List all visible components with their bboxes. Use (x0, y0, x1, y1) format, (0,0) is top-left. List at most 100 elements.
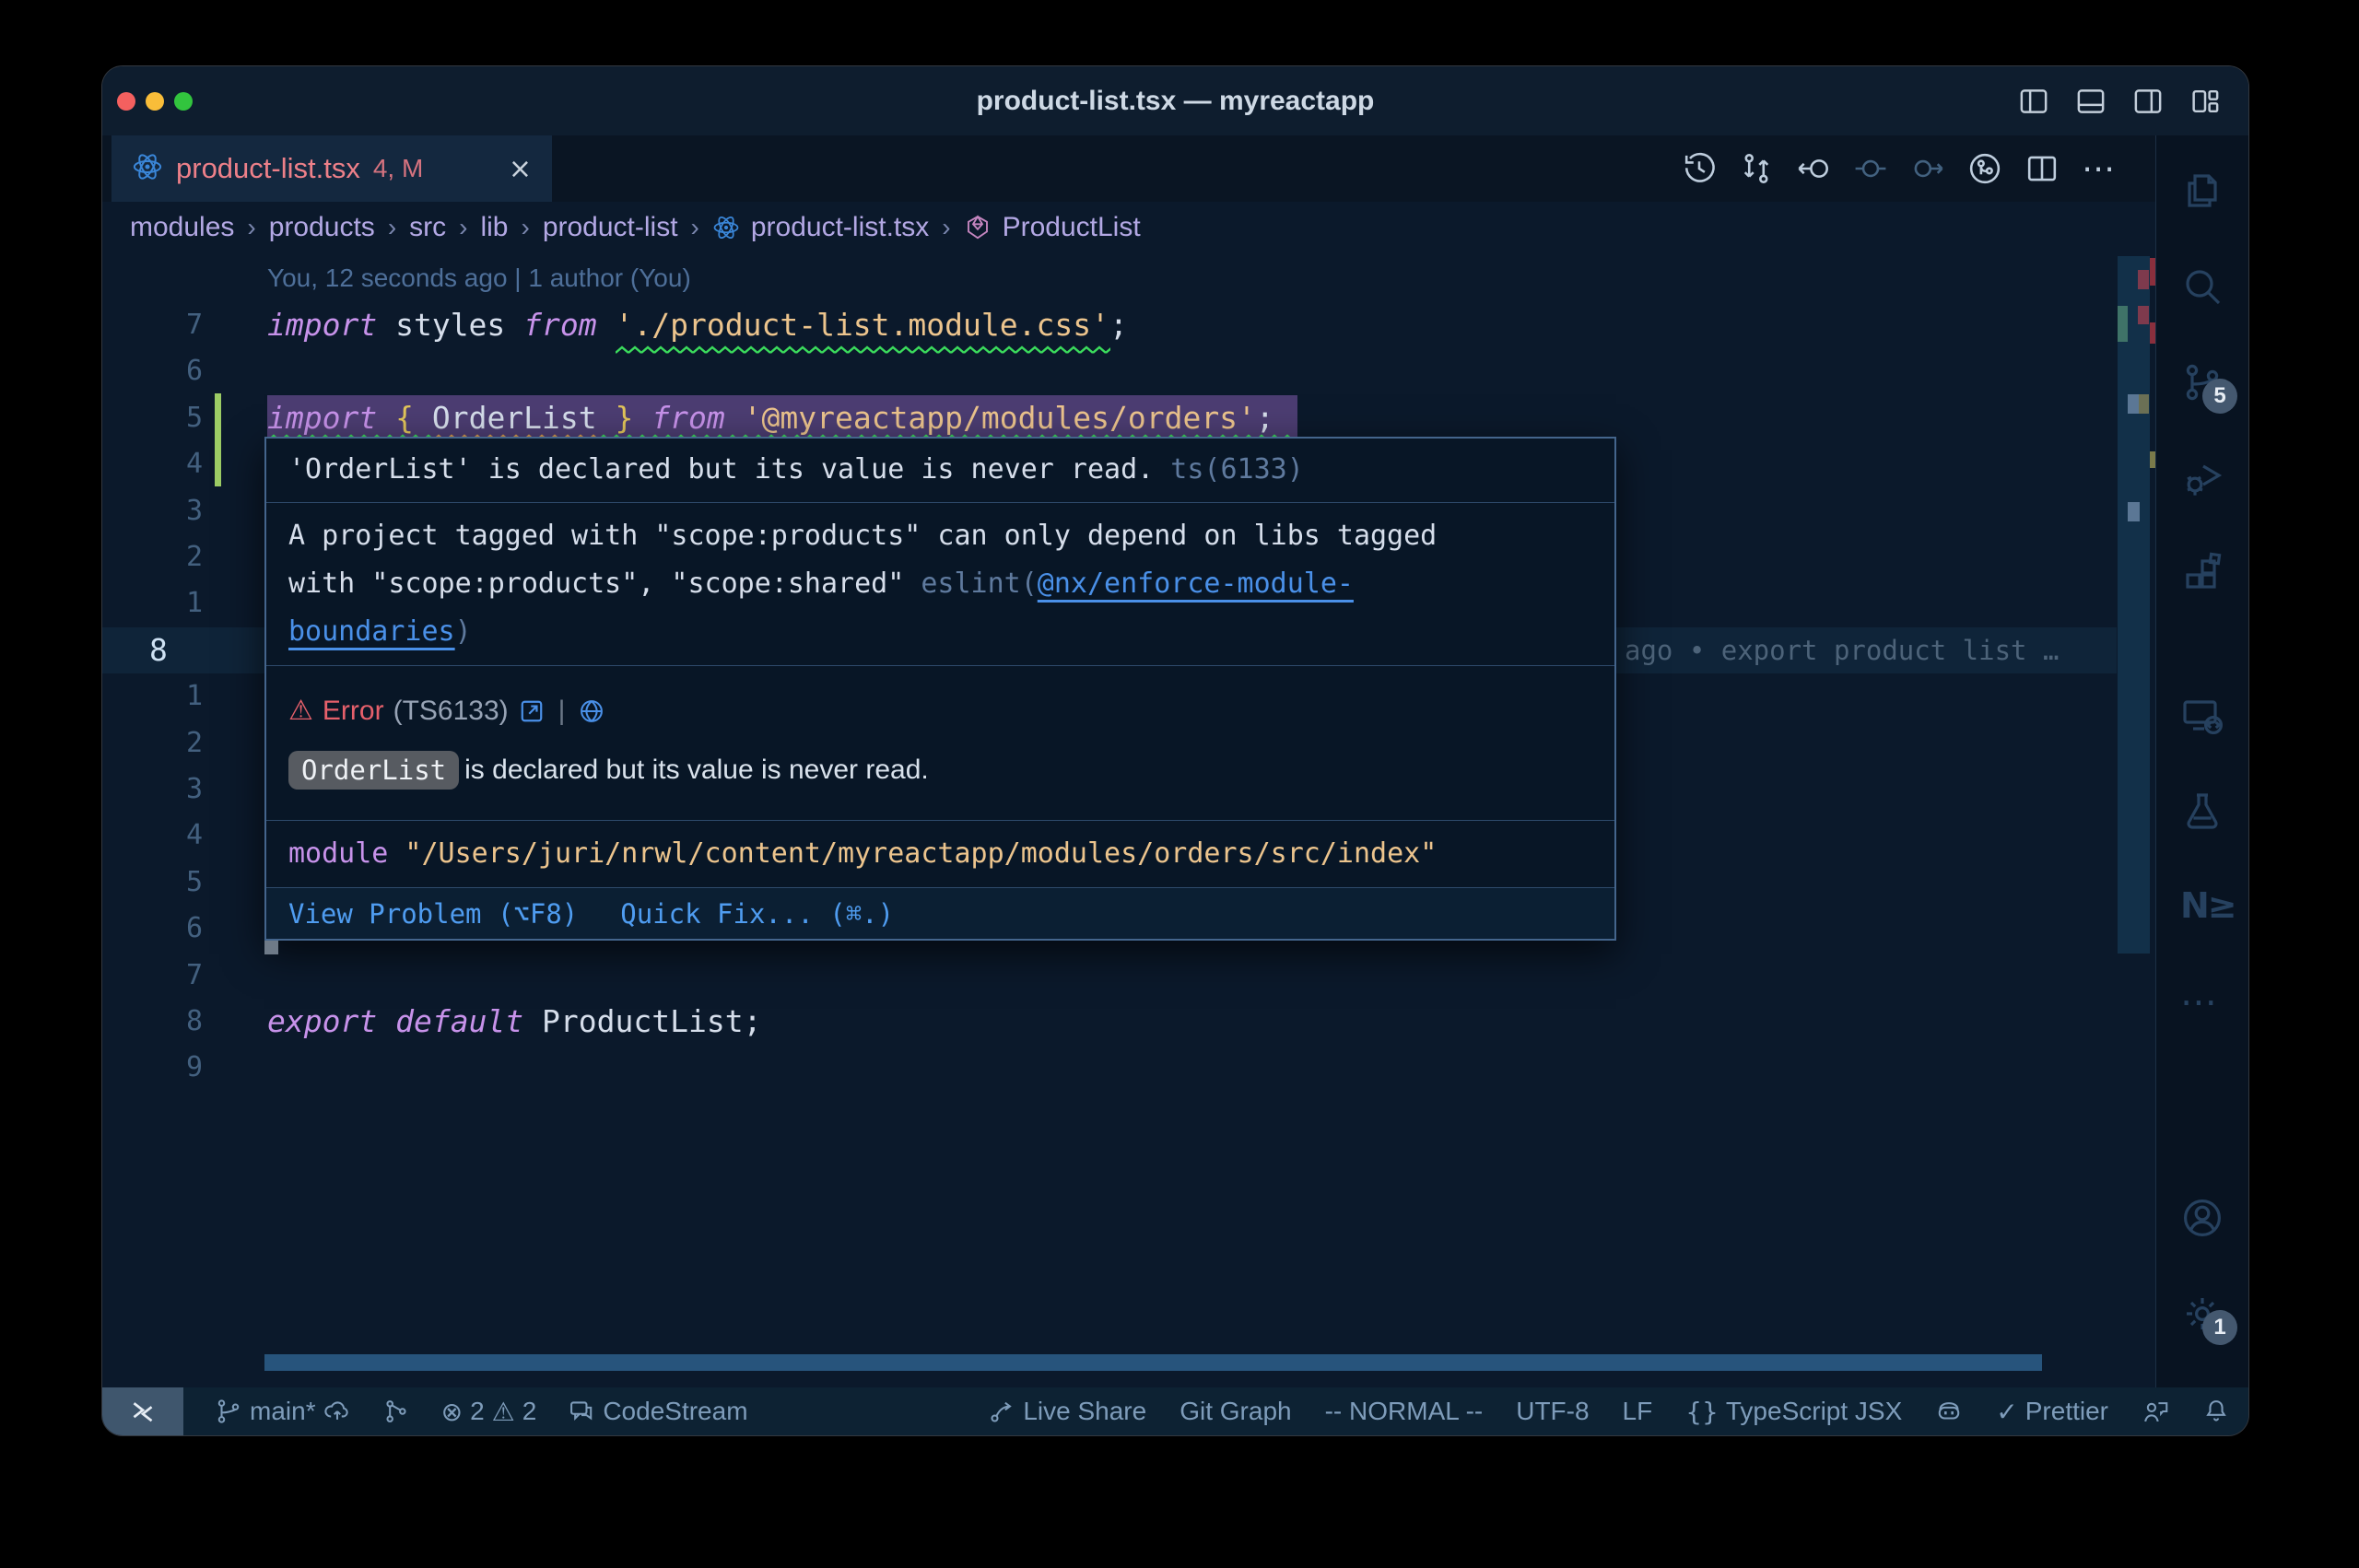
breadcrumb-file[interactable]: product-list.tsx (751, 212, 929, 243)
breadcrumb-symbol[interactable]: ProductList (1003, 212, 1141, 243)
git-graph-status[interactable]: Git Graph (1180, 1397, 1291, 1426)
remote-explorer-icon[interactable] (2180, 694, 2224, 738)
remote-indicator[interactable] (102, 1387, 183, 1435)
inline-blame-annotation: ago • export product list … (1625, 627, 2059, 673)
git-branch-status[interactable]: main* (215, 1397, 351, 1426)
publish-cloud-icon (323, 1398, 351, 1425)
eslint-rule-link[interactable]: @nx/enforce-module- (1038, 568, 1354, 600)
eslint-rule-link[interactable]: boundaries (288, 615, 455, 648)
editor-actions: ⋯ (1682, 135, 2155, 202)
ruler-error-mark (2150, 322, 2155, 344)
breadcrumb-item[interactable]: src (409, 212, 446, 243)
breadcrumb-item[interactable]: modules (130, 212, 234, 243)
line-number: 9 (102, 1045, 203, 1091)
line-number: 2 (102, 720, 203, 766)
line-number: 3 (102, 488, 203, 534)
popup-error-detail-section: ⚠ Error(TS6133) | OrderList is de (266, 666, 1614, 821)
line-number: 5 (102, 860, 203, 906)
extensions-icon[interactable] (2180, 552, 2224, 596)
quick-fix-action[interactable]: Quick Fix... (⌘.) (620, 898, 894, 930)
code-line: export default ProductList; (267, 999, 761, 1045)
line-number: 6 (102, 906, 203, 952)
line-number: 7 (102, 953, 203, 999)
titlebar: product-list.tsx — myreactapp (102, 66, 2248, 135)
language-mode-status[interactable]: {} TypeScript JSX (1685, 1397, 1902, 1427)
git-graph-icon[interactable] (1967, 151, 2002, 186)
selection-overview-mark (2128, 394, 2139, 414)
tab-product-list[interactable]: product-list.tsx 4, M × (111, 135, 552, 202)
breadcrumb: modules › products › src › lib › product… (102, 202, 2155, 252)
tab-close-icon[interactable]: × (509, 153, 532, 185)
horizontal-scrollbar[interactable] (264, 1354, 2042, 1371)
encoding-status[interactable]: UTF-8 (1516, 1397, 1589, 1426)
window-title: product-list.tsx — myreactapp (102, 86, 2248, 117)
eol-status[interactable]: LF (1623, 1397, 1653, 1426)
timeline-history-icon[interactable] (1682, 151, 1717, 186)
settings-gear-icon[interactable]: 1 (2180, 1292, 2224, 1336)
popup-resize-grip[interactable] (264, 941, 278, 954)
warning-overview-mark (2139, 394, 2149, 414)
view-problem-action[interactable]: View Problem (⌥F8) (288, 898, 578, 930)
code-editor[interactable]: ago • export product list … 7 6 5 4 3 2 … (102, 252, 2155, 1387)
scm-changes-badge: 5 (2202, 379, 2237, 414)
lint-squiggle (616, 341, 1110, 350)
toggle-primary-sidebar-icon[interactable] (2018, 86, 2049, 117)
customize-layout-icon[interactable] (2189, 86, 2221, 117)
git-added-gutter-marker (215, 393, 221, 486)
source-control-icon[interactable]: 5 (2180, 360, 2224, 404)
codestream-status[interactable]: CodeStream (568, 1397, 747, 1426)
gitlens-codelens[interactable]: You, 12 seconds ago | 1 author (You) (267, 255, 691, 301)
additional-views-icon[interactable]: ⋯ (2180, 981, 2224, 1025)
line-number: 7 (102, 302, 203, 348)
open-external-icon[interactable] (518, 697, 546, 725)
previous-change-icon[interactable] (1796, 151, 1831, 186)
vscode-window: product-list.tsx — myreactapp (102, 66, 2248, 1435)
line-number: 8 (102, 999, 203, 1045)
current-line-number: 8 (149, 627, 168, 673)
popup-eslint-rule-section: A project tagged with "scope:products" c… (266, 503, 1614, 666)
line-number: 1 (102, 673, 203, 720)
breadcrumb-item[interactable]: lib (480, 212, 508, 243)
cursor-overview-mark (2128, 502, 2140, 521)
split-editor-icon[interactable] (2025, 151, 2060, 186)
compare-changes-icon[interactable] (1739, 151, 1774, 186)
line-number: 6 (102, 348, 203, 394)
tab-bar: product-list.tsx 4, M × (102, 135, 2155, 202)
explorer-icon[interactable] (2180, 169, 2224, 213)
feedback-icon[interactable] (2142, 1398, 2169, 1425)
breadcrumb-item[interactable]: products (269, 212, 375, 243)
run-debug-icon[interactable] (2180, 456, 2224, 500)
react-file-icon (132, 151, 163, 187)
globe-icon[interactable] (578, 697, 605, 725)
status-bar: main* ⊗ 2 ⚠ 2 CodeStream Live Share (102, 1387, 2248, 1435)
gitlens-compare-status[interactable] (382, 1398, 410, 1425)
tab-label: product-list.tsx (176, 152, 360, 185)
activity-bar: 5 N≥ ⋯ 1 (2155, 135, 2248, 1387)
toggle-secondary-sidebar-icon[interactable] (2132, 86, 2164, 117)
tab-problems-badge: 4, M (373, 154, 423, 183)
live-share-status[interactable]: Live Share (988, 1397, 1146, 1426)
line-number: 2 (102, 534, 203, 580)
toggle-panel-icon[interactable] (2075, 86, 2107, 117)
popup-status-bar: View Problem (⌥F8) Quick Fix... (⌘.) (266, 888, 1614, 939)
testing-icon[interactable] (2180, 790, 2224, 834)
popup-module-section: module "/Users/juri/nrwl/content/myreact… (266, 821, 1614, 889)
symbol-badge: OrderList (288, 751, 459, 790)
vim-mode-status[interactable]: -- NORMAL -- (1325, 1397, 1484, 1426)
vertical-scrollbar[interactable] (2118, 256, 2150, 954)
change-marker-icon[interactable] (1853, 151, 1888, 186)
prettier-status[interactable]: ✓ Prettier (1996, 1397, 2108, 1427)
line-number: 4 (102, 441, 203, 487)
error-overview-mark (2138, 306, 2149, 324)
search-icon[interactable] (2180, 264, 2224, 309)
problems-status[interactable]: ⊗ 2 ⚠ 2 (441, 1397, 537, 1427)
symbol-class-icon (964, 214, 992, 241)
more-actions-icon[interactable]: ⋯ (2082, 151, 2115, 186)
breadcrumb-item[interactable]: product-list (543, 212, 678, 243)
notifications-bell-icon[interactable] (2202, 1398, 2230, 1425)
nx-console-icon[interactable]: N≥ (2180, 885, 2224, 930)
ruler-error-mark (2150, 258, 2155, 286)
next-change-icon[interactable] (1910, 151, 1945, 186)
copilot-status-icon[interactable] (1935, 1398, 1963, 1425)
accounts-icon[interactable] (2180, 1196, 2224, 1240)
